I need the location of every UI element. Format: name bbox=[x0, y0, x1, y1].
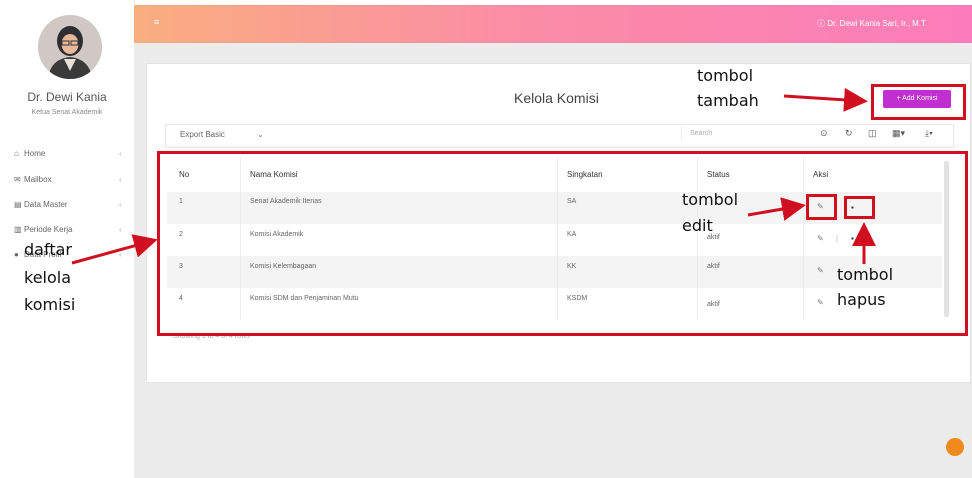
arrow-to-table bbox=[71, 234, 158, 265]
annotation-daftar-2: kelola bbox=[24, 268, 72, 287]
annotation-arrows bbox=[71, 87, 876, 265]
arrow-to-add bbox=[783, 87, 868, 112]
annotation-tombol-hapus-1: tombol bbox=[837, 265, 894, 284]
annotation-tombol-tambah-1: tombol bbox=[697, 66, 754, 85]
arrow-to-edit bbox=[747, 197, 806, 221]
annotation-tombol-tambah-2: tambah bbox=[697, 91, 759, 110]
annotation-daftar-3: komisi bbox=[24, 295, 76, 314]
annotation-tombol-hapus-2: hapus bbox=[837, 290, 886, 309]
annotation-tombol-edit-2: edit bbox=[682, 216, 713, 235]
annotation-tombol-edit-1: tombol bbox=[682, 190, 739, 209]
annotation-daftar-1: daftar bbox=[24, 240, 72, 259]
